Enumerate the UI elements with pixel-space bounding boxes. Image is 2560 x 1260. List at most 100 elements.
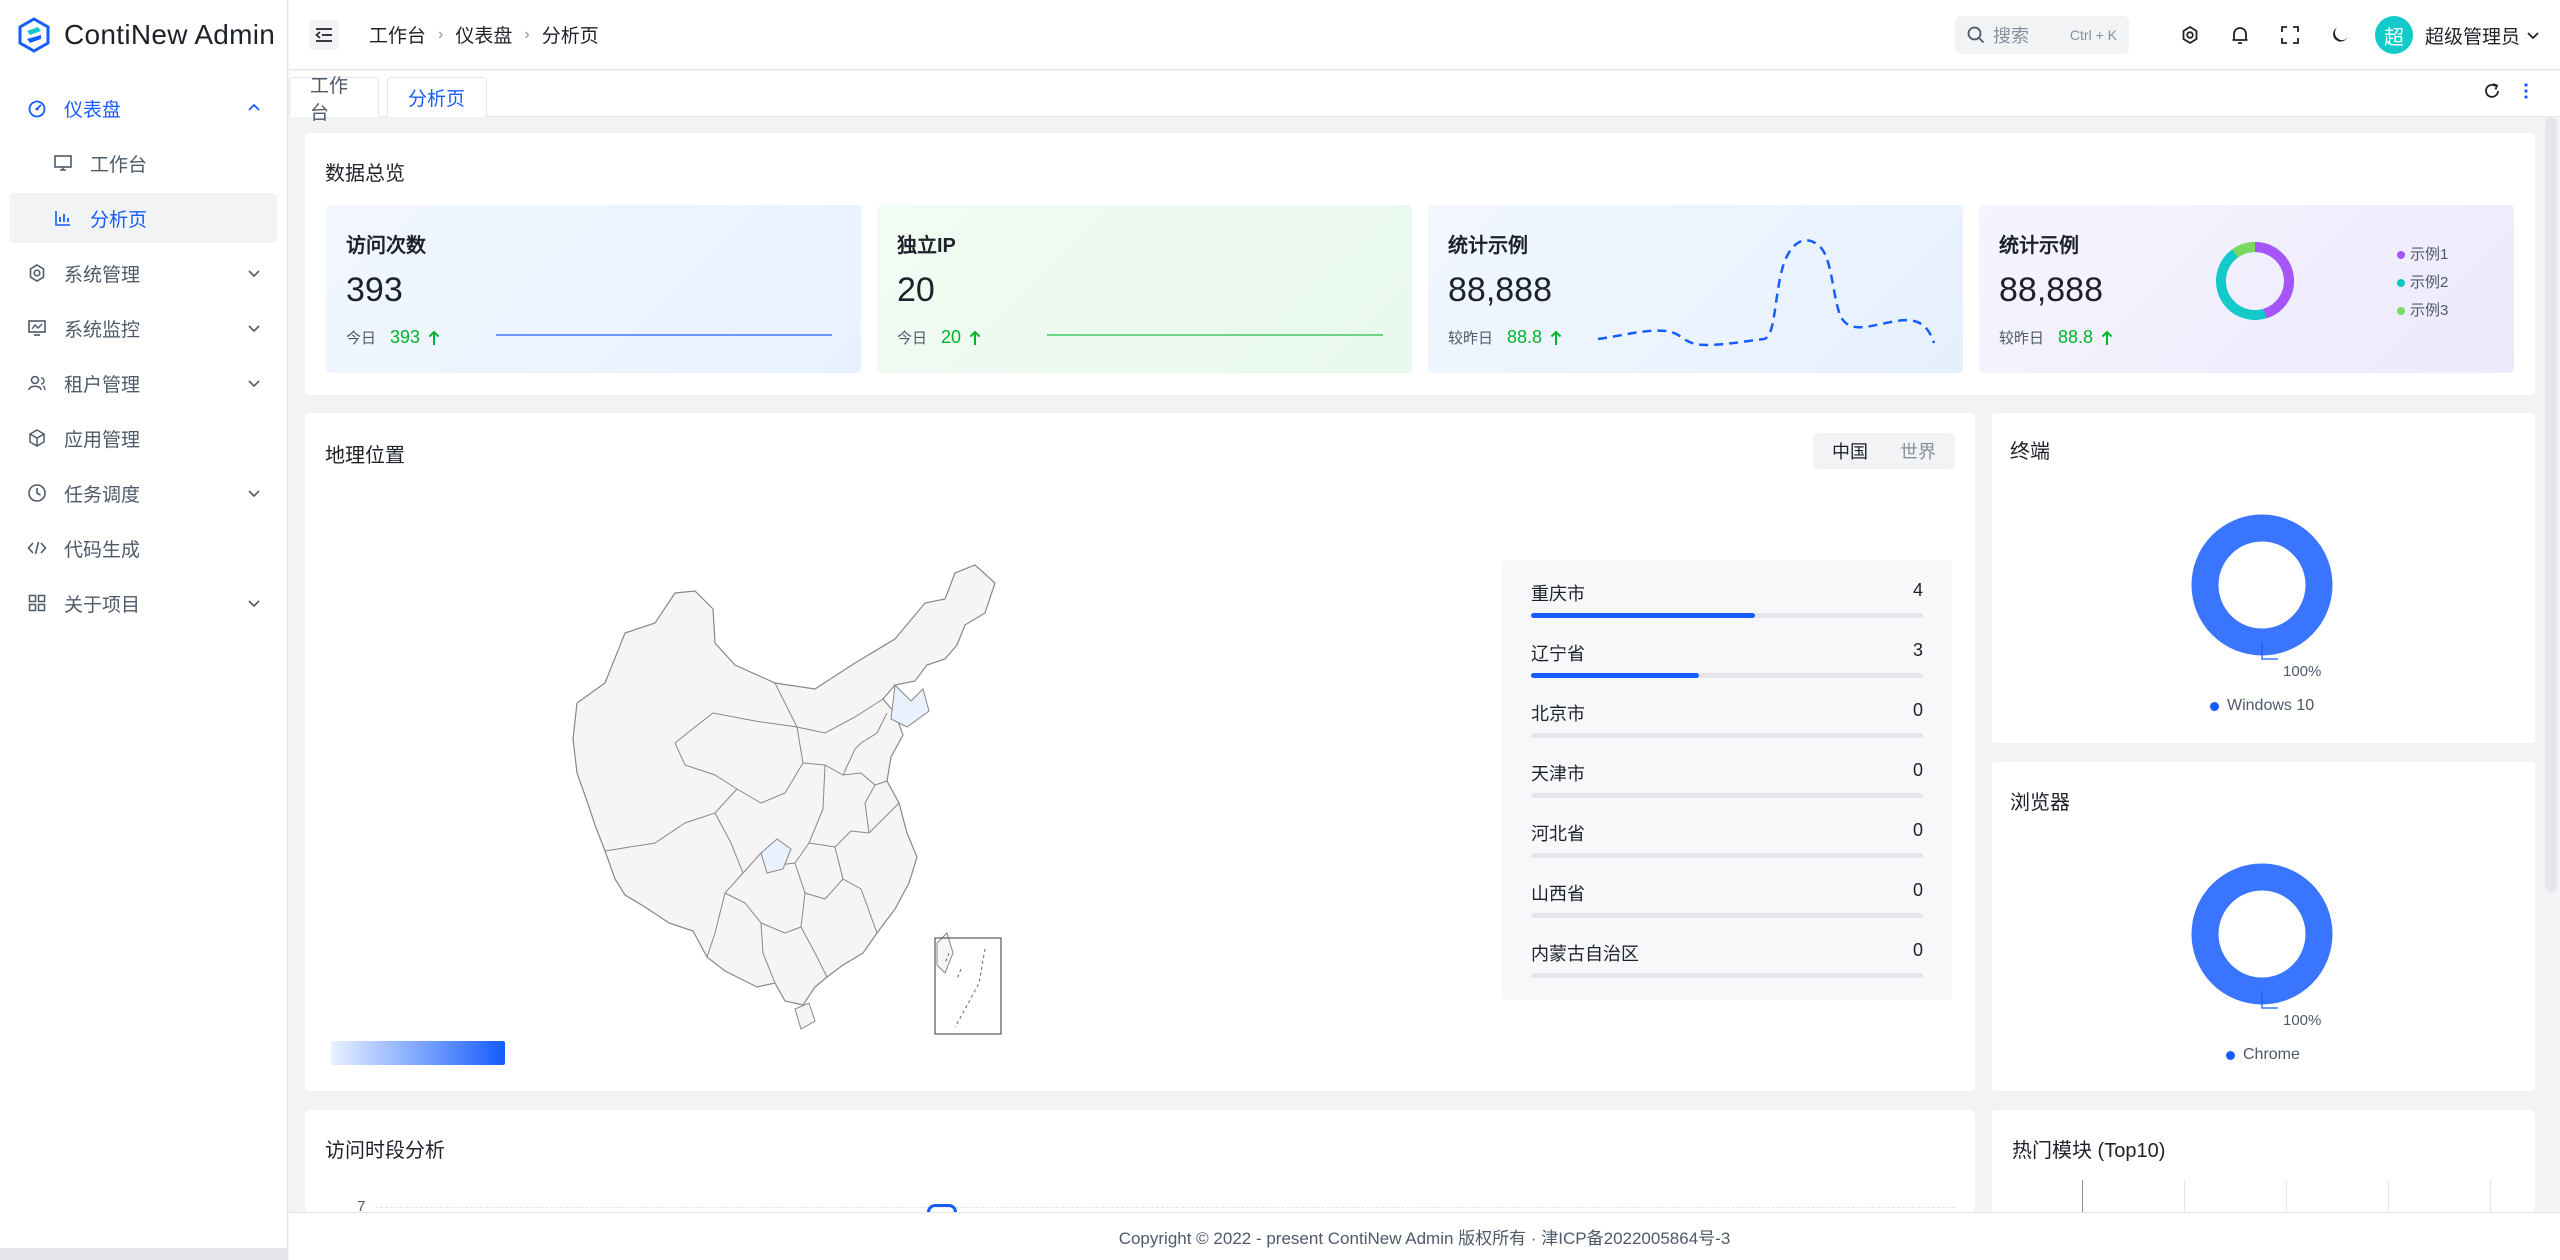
stat-title: 独立IP [897, 235, 956, 257]
copyright-text: Copyright © 2022 - present ContiNew Admi… [1118, 1229, 1731, 1248]
sidebar-item-label: 租户管理 [64, 374, 141, 396]
code-icon [26, 537, 48, 559]
moon-icon [2333, 27, 2348, 42]
stat-foot-label: 较昨日 [1999, 330, 2045, 347]
refresh-icon[interactable] [2482, 81, 2502, 101]
terminal-donut-chart [2191, 514, 2333, 660]
sidebar-item-app[interactable]: 应用管理 [10, 413, 277, 463]
region-value: 0 [1912, 880, 1923, 900]
sidebar-item-dashboard[interactable]: 仪表盘 [10, 83, 277, 133]
stat-dashed-trend-line [1597, 239, 1936, 347]
region-bar-fill [1531, 613, 1755, 618]
chevron-down-icon [248, 325, 260, 333]
legend-item: 示例1 [2397, 241, 2448, 269]
collapse-menu-button[interactable] [309, 19, 339, 50]
chevron-down-icon[interactable] [2526, 28, 2540, 42]
breadcrumb-item[interactable]: 工作台 [369, 21, 426, 48]
legend-dot [2226, 1050, 2235, 1060]
sidebar-item-label: 任务调度 [64, 484, 141, 506]
breadcrumb: 工作台 › 仪表盘 › 分析页 [369, 21, 599, 48]
stat-card-visits: 访问次数 393 今日 393 [326, 205, 861, 373]
sidebar-item-label: 系统监控 [64, 319, 141, 341]
page-tabs-bar: 工作台 分析页 [289, 71, 2560, 124]
segment-world[interactable]: 世界 [1884, 436, 1952, 466]
stat-title: 统计示例 [1448, 235, 1528, 257]
fullscreen-button[interactable] [2265, 15, 2315, 55]
overview-title: 数据总览 [325, 163, 405, 185]
region-bar-track [1531, 973, 1923, 978]
terminal-legend[interactable]: Windows 10 [2210, 697, 2314, 715]
monitor-icon [26, 317, 48, 339]
sidebar-item-workbench[interactable]: 工作台 [10, 138, 277, 188]
sidebar-item-analysis[interactable]: 分析页 [10, 193, 277, 243]
browser-title: 浏览器 [2010, 792, 2070, 814]
menu-fold-icon [315, 27, 332, 42]
segment-china[interactable]: 中国 [1816, 436, 1884, 466]
region-name: 重庆市 [1531, 584, 1585, 604]
region-row: 辽宁省 3 [1531, 630, 1923, 690]
search-button[interactable]: 搜索 Ctrl + K [1954, 16, 2129, 54]
terminal-title: 终端 [2010, 441, 2050, 463]
region-row: 河北省 0 [1531, 810, 1923, 870]
grid-line [375, 1207, 1955, 1208]
sidebar-item-schedule[interactable]: 任务调度 [10, 468, 277, 518]
stat-title: 统计示例 [1999, 235, 2079, 257]
sidebar-item-system[interactable]: 系统管理 [10, 248, 277, 298]
clock-icon [26, 482, 48, 504]
browser-card: 浏览器 100% Chrome [1992, 762, 2535, 1091]
hot-modules-title: 热门模块 (Top10) [2012, 1140, 2166, 1162]
tab-analysis[interactable]: 分析页 [387, 77, 487, 117]
page-footer: Copyright © 2022 - present ContiNew Admi… [289, 1212, 2560, 1260]
browser-legend[interactable]: Chrome [2226, 1046, 2300, 1064]
app-name: ContiNew Admin [64, 19, 276, 50]
grid-line [2286, 1180, 2287, 1212]
bar-chart-icon [52, 207, 74, 229]
region-value: 0 [1912, 700, 1923, 720]
stat-foot: 较昨日 88.8 [1999, 327, 2113, 348]
stat-foot-label: 今日 [346, 330, 377, 347]
chevron-down-icon [248, 600, 260, 608]
region-name: 河北省 [1531, 824, 1585, 844]
user-group-icon [26, 372, 48, 394]
search-placeholder: 搜索 [1992, 26, 2029, 46]
stat-title: 访问次数 [346, 235, 426, 257]
settings-button[interactable] [2165, 15, 2215, 55]
stat-donut-chart [2216, 242, 2295, 320]
stat-value: 88,888 [1448, 271, 1552, 309]
region-row: 北京市 0 [1531, 690, 1923, 750]
more-vertical-icon[interactable] [2516, 81, 2536, 101]
sidebar-item-tenant[interactable]: 租户管理 [10, 358, 277, 408]
search-icon [1967, 26, 1985, 44]
sidebar-item-monitor[interactable]: 系统监控 [10, 303, 277, 353]
region-name: 内蒙古自治区 [1531, 944, 1639, 964]
avatar[interactable]: 超 [2374, 16, 2413, 54]
stat-card-example-2: 统计示例 88,888 较昨日 88.8 示例1 示例2 示例3 [1979, 205, 2514, 373]
arrow-up-icon [2101, 330, 2113, 345]
logo[interactable]: ContiNew Admin [0, 0, 287, 70]
notification-button[interactable] [2215, 15, 2265, 55]
tabs-tools [2482, 81, 2536, 101]
tab-workbench[interactable]: 工作台 [289, 76, 379, 124]
region-row: 内蒙古自治区 0 [1531, 930, 1923, 990]
region-row: 重庆市 4 [1531, 570, 1923, 630]
sidebar-item-codegen[interactable]: 代码生成 [10, 523, 277, 573]
breadcrumb-item[interactable]: 仪表盘 [455, 21, 512, 48]
sidebar-item-label: 代码生成 [64, 539, 141, 561]
stat-foot-value: 88.8 [1507, 327, 1543, 347]
legend-item: 示例2 [2397, 269, 2448, 297]
browser-donut-chart [2191, 863, 2333, 1009]
dashboard-icon [26, 97, 48, 119]
map-visual-scale[interactable] [331, 1041, 505, 1065]
terminal-percent-label: 100% [2283, 663, 2322, 680]
username[interactable]: 超级管理员 [2425, 22, 2520, 49]
sidebar-item-about[interactable]: 关于项目 [10, 578, 277, 628]
stat-trend-line [496, 334, 832, 336]
axis-line [2082, 1180, 2083, 1212]
region-row: 天津市 0 [1531, 750, 1923, 810]
sidebar-item-label: 关于项目 [64, 594, 141, 616]
fullscreen-icon [2281, 26, 2299, 44]
theme-toggle-button[interactable] [2315, 15, 2365, 55]
geo-title: 地理位置 [325, 445, 405, 467]
chart-point-marker [927, 1204, 957, 1212]
page-scrollbar[interactable] [2545, 117, 2557, 892]
